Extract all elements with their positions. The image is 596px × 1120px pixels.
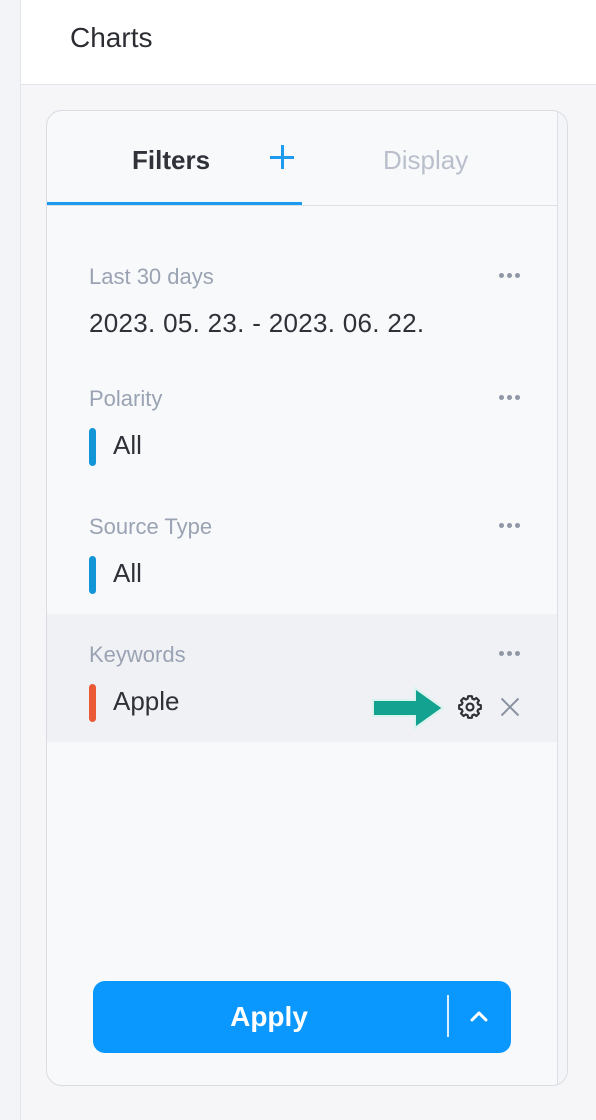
plus-icon[interactable] bbox=[269, 143, 297, 171]
panel-tabs: Filters Display bbox=[47, 111, 557, 206]
tab-filters[interactable]: Filters bbox=[47, 111, 302, 205]
filter-polarity[interactable]: Polarity All bbox=[47, 358, 557, 486]
page-title: Charts bbox=[70, 22, 153, 53]
more-dots-icon[interactable] bbox=[499, 520, 523, 530]
top-header: Charts bbox=[21, 0, 596, 85]
filter-value: All bbox=[113, 558, 142, 588]
filter-source-type[interactable]: Source Type All bbox=[47, 486, 557, 614]
filter-label: Polarity bbox=[89, 386, 163, 411]
filter-label: Source Type bbox=[89, 514, 213, 539]
close-icon[interactable] bbox=[499, 696, 521, 718]
tab-filters-label: Filters bbox=[132, 145, 211, 175]
filter-value: All bbox=[113, 430, 142, 460]
chevron-up-icon bbox=[470, 1011, 488, 1022]
gear-icon[interactable] bbox=[457, 694, 483, 720]
filter-date-range[interactable]: Last 30 days 2023. 05. 23. - 2023. 06. 2… bbox=[47, 236, 557, 364]
adjacent-panel bbox=[558, 111, 567, 1085]
filter-keywords[interactable]: Keywords Apple bbox=[47, 614, 557, 742]
apply-button[interactable]: Apply bbox=[93, 981, 445, 1053]
more-dots-icon[interactable] bbox=[499, 648, 523, 658]
filters-column: Filters Display Last 30 days 2023. 05. 2… bbox=[47, 111, 557, 1085]
more-dots-icon[interactable] bbox=[499, 392, 523, 402]
arrow-icon bbox=[372, 686, 445, 730]
filter-label: Last 30 days bbox=[89, 264, 214, 289]
filter-color-bar bbox=[89, 428, 96, 466]
apply-menu-button[interactable] bbox=[449, 981, 511, 1053]
filter-color-bar bbox=[89, 556, 96, 594]
filters-panel: Filters Display Last 30 days 2023. 05. 2… bbox=[46, 110, 568, 1086]
filter-value: 2023. 05. 23. - 2023. 06. 22. bbox=[89, 308, 425, 338]
filter-value: Apple bbox=[113, 686, 180, 716]
tab-display[interactable]: Display bbox=[383, 145, 468, 176]
filter-label: Keywords bbox=[89, 642, 186, 667]
filter-color-bar bbox=[89, 684, 96, 722]
left-rail bbox=[0, 0, 21, 1120]
more-dots-icon[interactable] bbox=[499, 270, 523, 280]
apply-split-button: Apply bbox=[93, 981, 511, 1053]
